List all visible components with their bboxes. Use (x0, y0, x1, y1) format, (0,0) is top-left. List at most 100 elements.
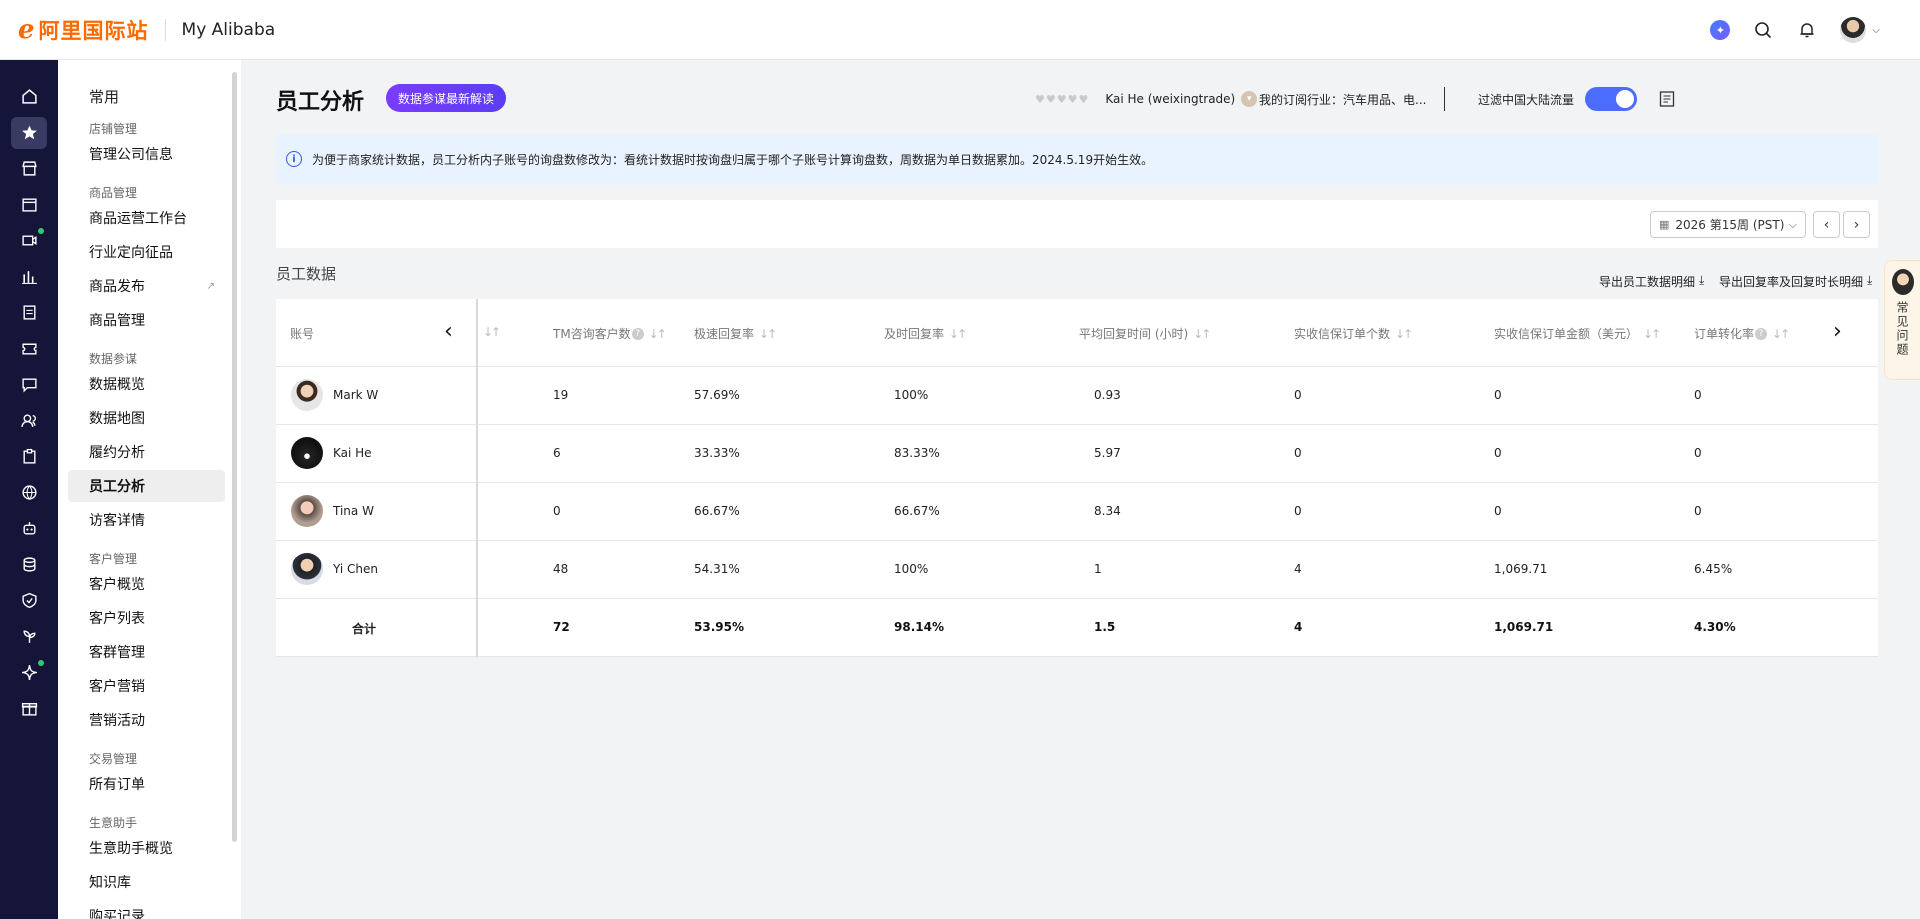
menu-item-label: 客户概览 (89, 577, 145, 593)
menu-item-customer-groups[interactable]: 客群管理 (68, 636, 225, 668)
external-link-icon: ↗ (206, 280, 215, 292)
star-icon[interactable] (17, 120, 41, 144)
ai-assistant-icon[interactable]: ✦ (1710, 20, 1731, 40)
gift-icon[interactable] (17, 696, 41, 720)
chart-icon[interactable] (17, 264, 41, 288)
menu-scrollbar[interactable] (232, 72, 237, 842)
download-icon: ⤓ (1867, 273, 1873, 287)
column-header-label: 极速回复率 (694, 327, 755, 341)
menu-item-industry-sourcing[interactable]: 行业定向征品 (68, 236, 225, 268)
table-row: Tina W 0 66.67% 66.67% 8.34 0 0 0 (276, 483, 1878, 541)
table-row: Yi Chen 48 54.31% 100% 1 4 1,069.71 6.45% (276, 541, 1878, 599)
account-name: 合计 (352, 622, 377, 636)
sort-icon[interactable]: ↓↑ (1193, 327, 1211, 341)
message-icon[interactable] (17, 372, 41, 396)
faq-floating-button[interactable]: 常见问题 (1884, 260, 1920, 380)
table-cell: 100% (894, 562, 929, 576)
menu-item-label: 管理公司信息 (89, 147, 173, 163)
chevron-left-icon: ‹ (1823, 216, 1830, 233)
menu-item-product-publish[interactable]: 商品发布 ↗ (68, 270, 225, 302)
menu-item-label: 员工分析 (89, 479, 145, 495)
sort-icon[interactable]: ↓↑ (1772, 327, 1790, 341)
section-title: 员工数据 (276, 265, 337, 283)
user-avatar[interactable] (1840, 17, 1867, 43)
scroll-left-button[interactable]: ‹ (444, 319, 453, 344)
account-selector[interactable]: ♥♥♥♥♥ Kai He (weixingtrade) ▾ (1035, 86, 1258, 112)
home-icon[interactable] (17, 84, 41, 108)
menu-item-employee-analysis[interactable]: 员工分析 (68, 470, 225, 502)
column-header-order-count[interactable]: 实收信保订单个数 ↓↑ (1294, 325, 1413, 342)
menu-item-fulfillment-analysis[interactable]: 履约分析 (68, 436, 225, 468)
robot-icon[interactable] (17, 516, 41, 540)
document-icon[interactable] (17, 300, 41, 324)
menu-item-product-workbench[interactable]: 商品运营工作台 (68, 202, 225, 234)
menu-item-data-map[interactable]: 数据地图 (68, 402, 225, 434)
table-cell: 1 (1094, 562, 1102, 576)
table-cell: 4 (1294, 562, 1302, 576)
column-header-label: 实收信保订单个数 (1294, 327, 1391, 341)
menu-item-label: 所有订单 (89, 777, 145, 793)
export-reply-link[interactable]: 导出回复率及回复时长明细 ⤓ (1719, 273, 1872, 290)
sort-icon[interactable]: ↓↑ (478, 325, 501, 339)
menu-item-all-orders[interactable]: 所有订单 (68, 768, 225, 800)
menu-item-campaigns[interactable]: 营销活动 (68, 704, 225, 736)
column-header-order-amount[interactable]: 实收信保订单金额（美元） ↓↑ (1494, 325, 1661, 342)
users-icon[interactable] (17, 408, 41, 432)
sort-icon[interactable]: ↓↑ (949, 327, 967, 341)
sort-icon[interactable]: ↓↑ (1643, 327, 1661, 341)
prev-week-button[interactable]: ‹ (1813, 211, 1840, 238)
scroll-right-button[interactable]: › (1833, 319, 1842, 344)
menu-item-customer-list[interactable]: 客户列表 (68, 602, 225, 634)
sort-icon[interactable]: ↓↑ (759, 327, 777, 341)
column-header-avg-reply[interactable]: 平均回复时间 (小时) ↓↑ (1079, 325, 1211, 342)
ticket-icon[interactable] (17, 336, 41, 360)
insight-badge-button[interactable]: 数据参谋最新解读 (386, 84, 507, 112)
table-total-row: 合计 72 53.95% 98.14% 1.5 4 1,069.71 4.30% (276, 599, 1878, 657)
menu-item-data-overview[interactable]: 数据概览 (68, 368, 225, 400)
chevron-down-icon[interactable]: ⌵ (1872, 25, 1880, 36)
table-cell: 66.67% (894, 504, 940, 518)
sort-icon[interactable]: ↓↑ (649, 327, 667, 341)
help-icon[interactable]: ? (1755, 327, 1768, 340)
help-icon[interactable]: ? (631, 327, 644, 340)
next-week-button[interactable]: › (1843, 211, 1870, 238)
shield-icon[interactable] (17, 588, 41, 612)
menu-group-label: 交易管理 (89, 752, 138, 766)
alibaba-logo-icon: e (18, 14, 35, 45)
export-employee-link[interactable]: 导出员工数据明细 ⤓ (1599, 273, 1704, 290)
table-cell: 8.34 (1094, 504, 1121, 518)
menu-item-business-assistant[interactable]: 生意助手概览 (68, 832, 225, 864)
column-header-label: 及时回复率 (884, 327, 945, 341)
week-select-value: 2026 第15周 (PST) (1675, 218, 1785, 232)
store-icon[interactable] (17, 156, 41, 180)
menu-item-company-info[interactable]: 管理公司信息 (68, 138, 225, 170)
search-icon[interactable] (1752, 19, 1774, 41)
table-cell: 48 (553, 562, 569, 576)
menu-item-visitor-details[interactable]: 访客详情 (68, 504, 225, 536)
report-icon[interactable] (1658, 86, 1676, 112)
sort-icon[interactable]: ↓↑ (1395, 327, 1413, 341)
menu-item-purchase-records[interactable]: 购买记录 (68, 900, 225, 919)
column-header-timely-reply[interactable]: 及时回复率 ↓↑ (884, 325, 967, 342)
industry-subscription[interactable]: 我的订阅行业：汽车用品、电... (1259, 86, 1426, 112)
bell-icon[interactable] (1796, 19, 1818, 41)
menu-item-product-manage[interactable]: 商品管理 (68, 304, 225, 336)
column-header-fast-reply[interactable]: 极速回复率 ↓↑ (694, 325, 777, 342)
filter-toggle[interactable] (1585, 86, 1637, 112)
week-select[interactable]: ▦ 2026 第15周 (PST) ⌵ (1650, 211, 1806, 238)
box-icon[interactable] (17, 192, 41, 216)
menu-item-knowledge-base[interactable]: 知识库 (68, 866, 225, 898)
menu-item-customer-marketing[interactable]: 客户营销 (68, 670, 225, 702)
clipboard-icon[interactable] (17, 444, 41, 468)
support-avatar-icon (1891, 269, 1914, 295)
sprout-icon[interactable] (17, 624, 41, 648)
menu-item-label: 行业定向征品 (89, 245, 173, 261)
alibaba-logo[interactable]: e 阿里国际站 (18, 15, 149, 45)
database-icon[interactable] (17, 552, 41, 576)
menu-group-label: 店铺管理 (89, 122, 138, 136)
menu-item-customer-overview[interactable]: 客户概览 (68, 568, 225, 600)
avatar (291, 553, 323, 585)
globe-icon[interactable] (17, 480, 41, 504)
column-header-conversion[interactable]: 订单转化率? ↓↑ (1694, 325, 1790, 342)
column-header-tm-customers[interactable]: TM咨询客户数? ↓↑ (553, 325, 667, 342)
